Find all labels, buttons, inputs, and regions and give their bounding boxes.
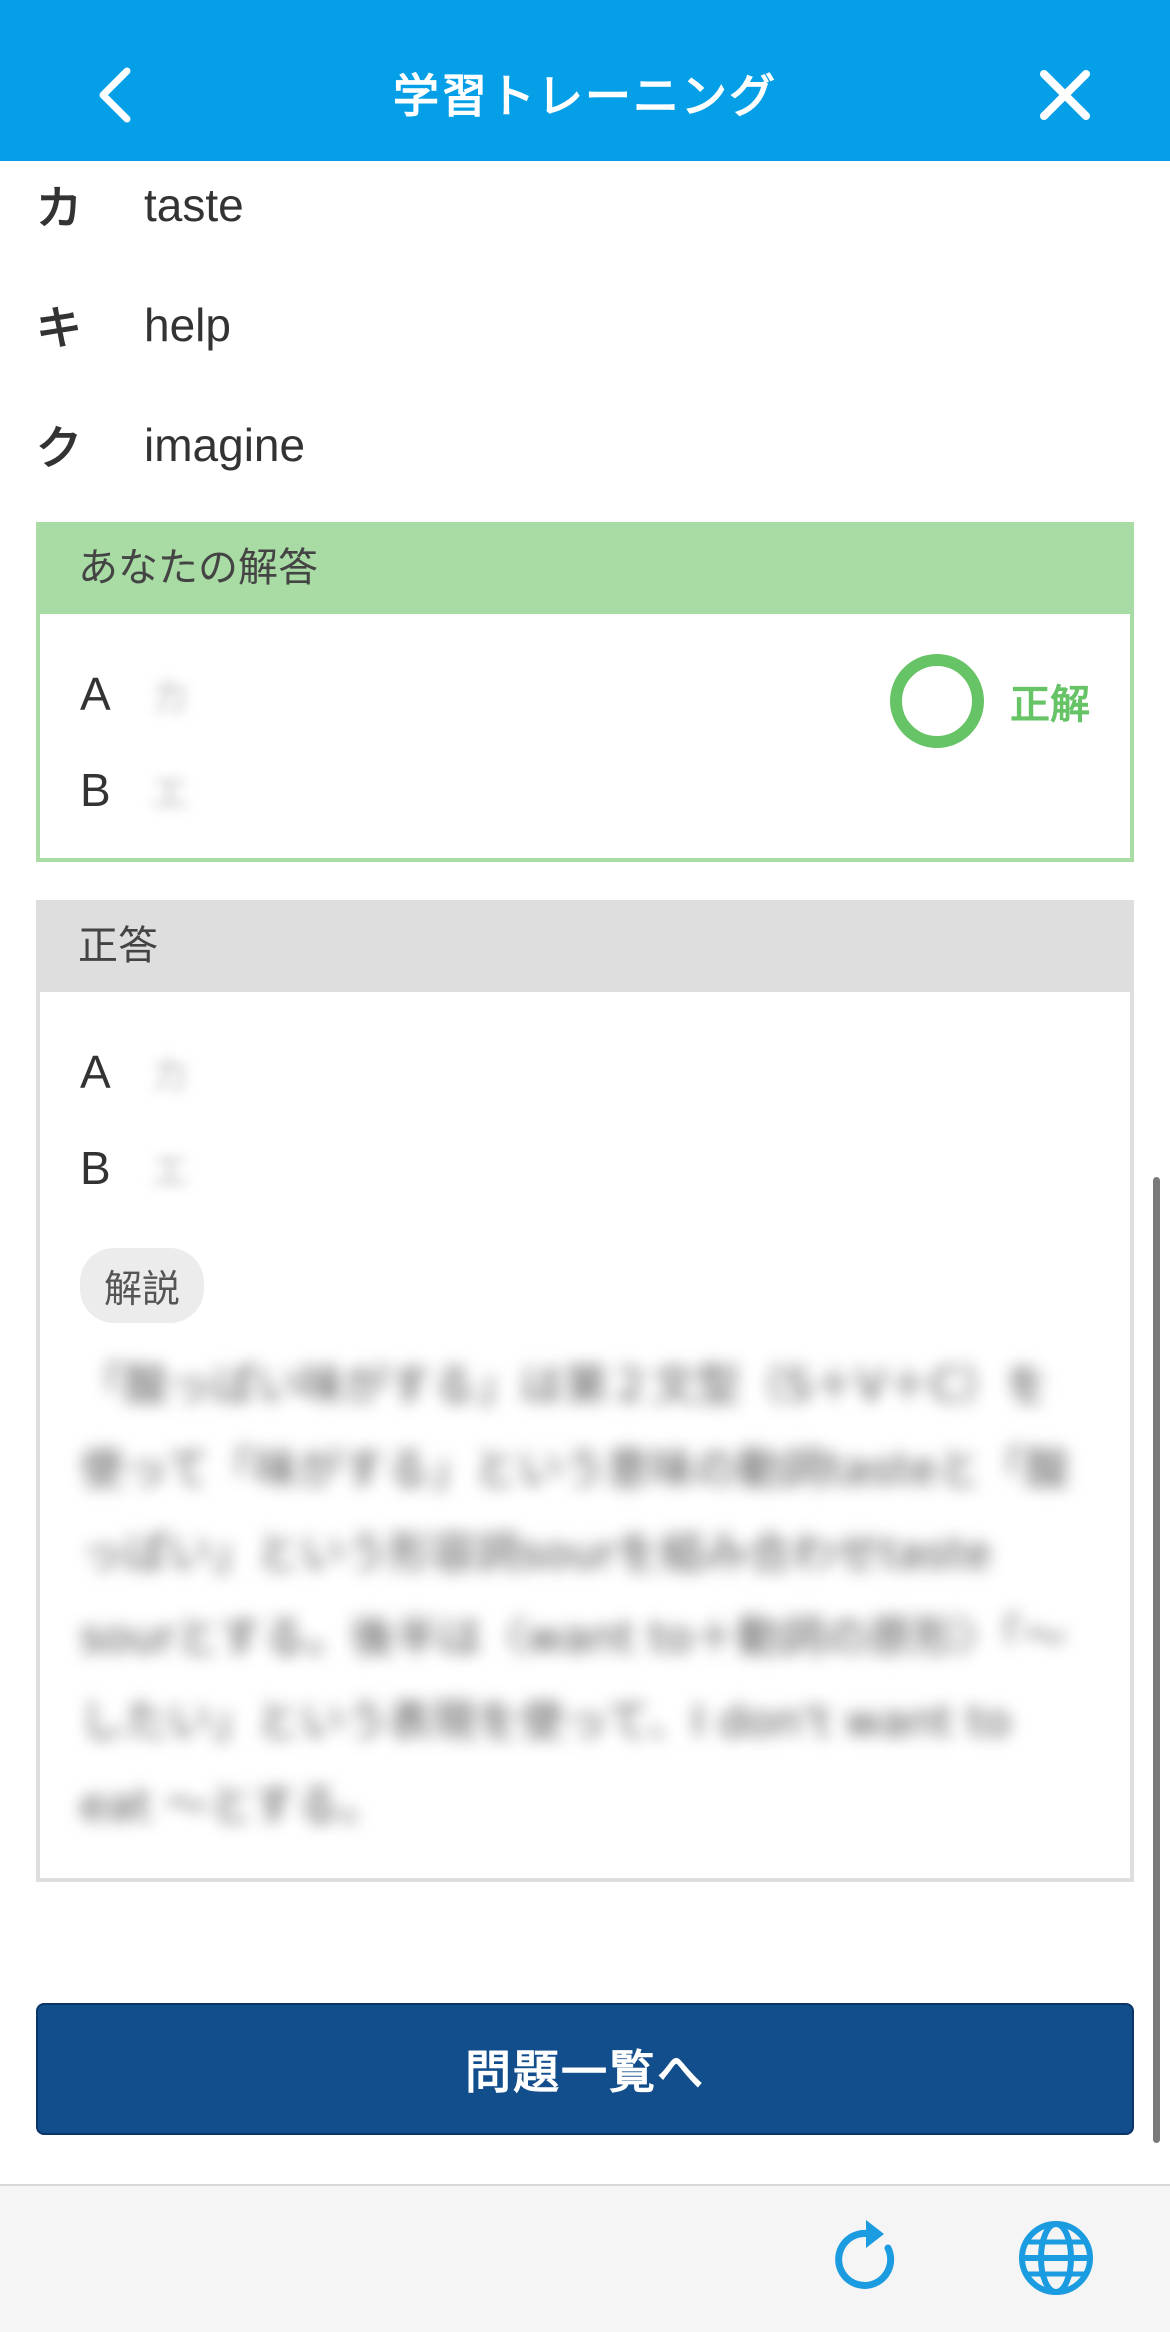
to-question-list-button[interactable]: 問題一覧へ (36, 2003, 1134, 2135)
globe-button[interactable] (1014, 2216, 1098, 2300)
answer-value: エ (150, 771, 190, 817)
answer-label: B (80, 1142, 111, 1194)
explanation-text: 「酸っぱい味がする」は第２文型（S＋V＋C）を使って「味がする」という意味の動詞… (80, 1360, 1070, 1831)
correct-badge: 正解 (890, 654, 1090, 748)
refresh-icon (835, 2220, 895, 2289)
explanation-tag: 解説 (80, 1248, 205, 1323)
answer-label: B (80, 764, 111, 816)
answer-value: カ (150, 675, 190, 721)
choice-word: imagine (144, 419, 306, 471)
scrollbar[interactable] (1153, 1177, 1160, 2143)
globe-icon (1019, 2221, 1093, 2295)
close-button[interactable] (1030, 55, 1100, 135)
answer-value: エ (150, 1149, 190, 1195)
your-answer-heading: あなたの解答 (36, 522, 1134, 614)
answer-row: A カ (80, 654, 190, 734)
answer-value: カ (150, 1053, 190, 1099)
close-icon (1040, 70, 1090, 120)
answer-label: A (80, 668, 111, 720)
choice-key: カ (36, 181, 82, 235)
answer-row: B エ (80, 1128, 190, 1208)
answer-row: A カ (80, 1032, 190, 1112)
result-label: 正解 (1010, 682, 1090, 728)
choice-item: キ help (36, 290, 231, 360)
choice-key: キ (36, 301, 82, 355)
your-answer-panel: あなたの解答 A カ B エ 正解 (36, 522, 1134, 862)
correct-answer-heading: 正答 (36, 900, 1134, 992)
answer-label: A (80, 1046, 111, 1098)
choice-key: ク (36, 421, 82, 475)
answer-row: B エ (80, 750, 190, 830)
choice-word: taste (144, 179, 244, 231)
choice-word: help (144, 299, 231, 351)
bottom-toolbar (0, 2184, 1170, 2332)
app-header: 学習トレーニング (0, 0, 1170, 161)
choice-item: ク imagine (36, 410, 305, 480)
page-title: 学習トレーニング (393, 69, 777, 123)
refresh-button[interactable] (828, 2216, 912, 2300)
choice-item: カ taste (36, 170, 244, 240)
correct-circle-icon (890, 654, 984, 748)
correct-answer-panel: 正答 A カ B エ 解説 「酸っぱい味がする」は第２文型（S＋V＋C）を使って… (36, 900, 1134, 1882)
